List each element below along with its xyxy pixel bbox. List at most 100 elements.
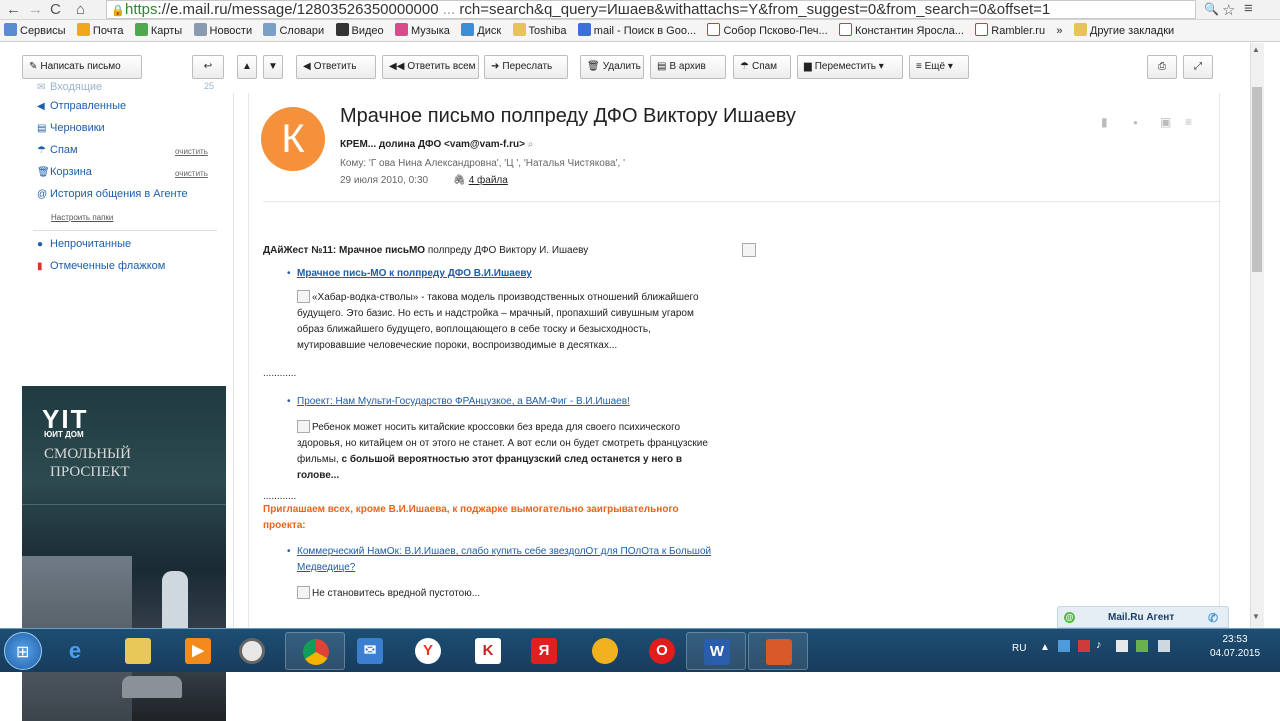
search-icon[interactable]: ⌕ (528, 139, 534, 150)
taskbar-paint[interactable] (748, 632, 808, 670)
folder-sidebar: ✉ Входящие 25 ◀ Отправленные ▤ Черновики ☂ С… (0, 81, 232, 721)
move-button[interactable]: ▆ Переместить ▾ (797, 55, 903, 79)
language-indicator[interactable]: RU (1012, 643, 1026, 654)
menu-icon[interactable]: ≡ (1244, 0, 1253, 17)
next-message-button[interactable]: ▼ (263, 55, 283, 79)
read-status-icon[interactable]: ● (1133, 118, 1138, 127)
taskbar-media-player[interactable]: ▶ (168, 632, 228, 670)
taskbar-explorer[interactable] (108, 632, 168, 670)
taskbar-kaspersky[interactable]: K (458, 632, 518, 670)
calendar-icon[interactable]: ▣ (1160, 115, 1171, 129)
bookmark-more[interactable]: » (1052, 20, 1066, 41)
taskbar-ie[interactable]: e (45, 632, 105, 670)
bookmark-news[interactable]: Новости (190, 20, 257, 41)
folder-sent[interactable]: ◀ Отправленные (37, 100, 126, 112)
taskbar-word[interactable]: W (686, 632, 746, 670)
bookmark-disk[interactable]: Диск (457, 20, 505, 41)
bookmark-rambler[interactable]: Rambler.ru (971, 20, 1049, 41)
menu-icon[interactable]: ≡ (1185, 115, 1192, 129)
message-body: ДАйЖест №11: Мрачное письМО полпреду ДФО… (263, 243, 723, 602)
folder-agent-history[interactable]: @ История общения в Агенте (37, 188, 188, 200)
folder-drafts[interactable]: ▤ Черновики (37, 122, 105, 134)
expand-button[interactable]: ⤢ (1183, 55, 1213, 79)
taskbar-yandex-browser[interactable]: Y (398, 632, 458, 670)
bookmark-other[interactable]: Другие закладки (1070, 20, 1178, 41)
reload-icon[interactable]: C (50, 1, 61, 18)
system-clock[interactable]: 23:53 04.07.2015 (1190, 633, 1280, 661)
tray-flag-icon[interactable] (1116, 640, 1128, 652)
scrollbar-thumb[interactable] (1252, 87, 1262, 272)
scroll-up-icon[interactable]: ▲ (1252, 45, 1260, 54)
setup-folders-link[interactable]: Настроить папки (51, 213, 113, 222)
tray-antivirus-icon[interactable] (1078, 640, 1090, 652)
folder-spam[interactable]: ☂ Спам (37, 144, 78, 156)
spam-button[interactable]: ☂ Спам (733, 55, 791, 79)
bookmark-video[interactable]: Видео (332, 20, 388, 41)
tray-expand-icon[interactable]: ▲ (1040, 642, 1050, 653)
taskbar-app[interactable] (575, 632, 635, 670)
bookmark-toshiba[interactable]: Toshiba (509, 20, 571, 41)
bookmarks-bar: Сервисы Почта Карты Новости Словари Виде… (0, 20, 1280, 42)
article-link[interactable]: Мрачное пись-МО к полпреду ДФО В.И.Ишаев… (297, 268, 532, 279)
bookmark-konstantin[interactable]: Константин Яросла... (835, 20, 968, 41)
prev-message-button[interactable]: ▲ (237, 55, 257, 79)
delete-button[interactable]: 🗑 Удалить (580, 55, 644, 79)
expand-icon: ⤢ (1194, 61, 1202, 72)
dictionary-icon (263, 23, 277, 36)
undo-button[interactable]: ↩ (192, 55, 224, 79)
scroll-down-icon[interactable]: ▼ (1252, 612, 1260, 621)
broken-image-icon (297, 420, 310, 433)
clear-spam-link[interactable]: очистить (175, 147, 208, 156)
bookmark-music[interactable]: Музыка (391, 20, 454, 41)
taskbar-opera[interactable]: O (632, 632, 692, 670)
taskbar-app[interactable] (222, 632, 282, 670)
clear-trash-link[interactable]: очистить (175, 169, 208, 178)
mail-icon: ✉ (357, 638, 383, 664)
taskbar-mail[interactable]: ✉ (340, 632, 400, 670)
more-button[interactable]: ≡ Ещё ▾ (909, 55, 969, 79)
forward-icon[interactable]: → (28, 1, 43, 18)
compose-button[interactable]: ✎ Написать письмо (22, 55, 142, 79)
clock-time: 23:53 (1222, 634, 1248, 645)
bookmark-google[interactable]: mail - Поиск в Goo... (574, 20, 700, 41)
bookmark-apps[interactable]: Сервисы (0, 20, 70, 41)
archive-button[interactable]: ▤ В архив (650, 55, 726, 79)
filter-flagged[interactable]: ▮ Отмеченные флажком (37, 260, 165, 272)
taskbar-chrome[interactable] (285, 632, 345, 670)
mail-agent-bar[interactable]: @ Mail.Ru Агент ✆ (1057, 606, 1229, 628)
draft-icon: ▤ (37, 123, 47, 134)
star-icon[interactable]: ☆ (1222, 1, 1235, 19)
start-button[interactable]: ⊞ (4, 632, 42, 670)
reply-all-button[interactable]: ◀◀ Ответить всем (382, 55, 479, 79)
article-link[interactable]: Проект: Нам Мульти-Государство ФРАнцузко… (297, 396, 630, 407)
reply-button[interactable]: ◀ Ответить (296, 55, 376, 79)
zoom-icon[interactable]: 🔍 (1204, 2, 1219, 16)
attachments-link[interactable]: 🖇 4 файла (453, 175, 508, 186)
filter-unread[interactable]: ● Непрочитанные (37, 238, 131, 250)
forward-button[interactable]: ➜ Переслать (484, 55, 568, 79)
volume-icon[interactable]: ♪ (1096, 639, 1102, 651)
back-icon[interactable]: ← (6, 1, 21, 18)
bookmark-pochta[interactable]: Почта (73, 20, 128, 41)
article-link[interactable]: Коммерческий НамОк: В.И.Ишаев, слабо куп… (297, 546, 711, 573)
trash-icon: 🗑 (587, 61, 600, 72)
message-from[interactable]: КРЕМ... долина ДФО <vam@vam-f.ru> ⌕ (340, 139, 533, 150)
tray-network-icon[interactable] (1058, 640, 1070, 652)
bookmark-icon[interactable]: ▮ (1101, 115, 1108, 129)
taskbar-yandex[interactable]: Я (514, 632, 574, 670)
bookmark-dicts[interactable]: Словари (259, 20, 328, 41)
url-field[interactable]: 🔒 https://e.mail.ru/message/128035263500… (106, 0, 1196, 19)
print-button[interactable]: ⎙ (1147, 55, 1177, 79)
tray-battery-icon[interactable] (1136, 640, 1148, 652)
yandex-browser-icon: Y (415, 638, 441, 664)
home-icon[interactable]: ⌂ (76, 1, 85, 18)
folder-icon: ▆ (804, 61, 812, 72)
sender-avatar: К (261, 107, 325, 171)
phone-icon[interactable]: ✆ (1208, 611, 1218, 625)
trash-icon: 🗑 (37, 167, 50, 178)
folder-inbox[interactable]: ✉ Входящие (37, 81, 102, 93)
bookmark-maps[interactable]: Карты (131, 20, 186, 41)
folder-trash[interactable]: 🗑Корзина (37, 166, 92, 178)
tray-display-icon[interactable] (1158, 640, 1170, 652)
bookmark-sobor[interactable]: Собор Псково-Печ... (703, 20, 831, 41)
